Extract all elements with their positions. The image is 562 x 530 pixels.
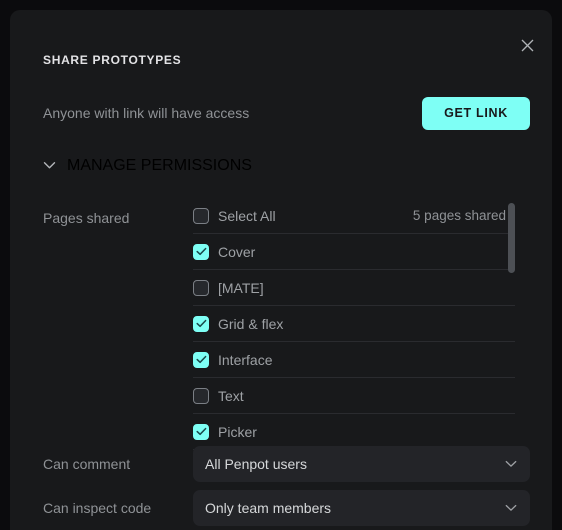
can-inspect-code-label: Can inspect code [43, 500, 152, 516]
list-item-label: Cover [218, 243, 256, 260]
manage-permissions-label: MANAGE PERMISSIONS [67, 157, 252, 174]
can-comment-value: All Penpot users [205, 456, 307, 472]
can-comment-select[interactable]: All Penpot users [193, 446, 530, 482]
list-item-label: Select All [218, 207, 276, 224]
pages-shared-label: Pages shared [43, 210, 130, 226]
list-item[interactable]: Select All 5 pages shared [193, 198, 515, 234]
list-item[interactable]: [MATE] [193, 270, 515, 306]
pages-list-scrollbar[interactable] [508, 198, 515, 448]
chevron-down-icon [43, 157, 56, 175]
close-icon [521, 39, 534, 52]
list-item-label: Grid & flex [218, 315, 284, 332]
pages-shared-list: Select All 5 pages shared Cover [MATE] G… [193, 198, 515, 450]
checkbox-grid-flex[interactable] [193, 315, 209, 332]
dialog-title: SHARE PROTOTYPES [43, 53, 182, 67]
list-item[interactable]: Interface [193, 342, 515, 378]
can-comment-label: Can comment [43, 456, 131, 472]
list-item-label: Picker [218, 423, 257, 440]
chevron-down-icon [505, 499, 517, 517]
get-link-button[interactable]: GET LINK [422, 96, 530, 130]
list-item[interactable]: Cover [193, 234, 515, 270]
can-comment-row: Can comment All Penpot users [43, 446, 530, 482]
scrollbar-thumb[interactable] [508, 203, 515, 273]
chevron-down-icon [505, 455, 517, 473]
can-inspect-code-value: Only team members [205, 500, 332, 516]
share-link-row: Anyone with link will have access GET LI… [43, 95, 530, 131]
list-item-label: [MATE] [218, 279, 264, 296]
manage-permissions-toggle[interactable]: MANAGE PERMISSIONS [43, 157, 252, 175]
list-item[interactable]: Grid & flex [193, 306, 515, 342]
checkbox-picker[interactable] [193, 423, 209, 440]
list-item-label: Text [218, 387, 244, 404]
share-link-description: Anyone with link will have access [43, 105, 250, 121]
can-inspect-code-row: Can inspect code Only team members [43, 490, 530, 526]
list-item[interactable]: Picker [193, 414, 515, 450]
list-item[interactable]: Text [193, 378, 515, 414]
checkbox-select-all[interactable] [193, 207, 209, 224]
checkbox-interface[interactable] [193, 351, 209, 368]
pages-shared-count: 5 pages shared [412, 208, 506, 223]
can-inspect-code-select[interactable]: Only team members [193, 490, 530, 526]
share-prototypes-dialog: SHARE PROTOTYPES Anyone with link will h… [10, 10, 552, 530]
list-item-label: Interface [218, 351, 273, 368]
close-dialog-button[interactable] [514, 32, 540, 58]
checkbox-mate[interactable] [193, 279, 209, 296]
app-root: SHARE PROTOTYPES Anyone with link will h… [0, 0, 562, 530]
checkbox-cover[interactable] [193, 243, 209, 260]
checkbox-text[interactable] [193, 387, 209, 404]
